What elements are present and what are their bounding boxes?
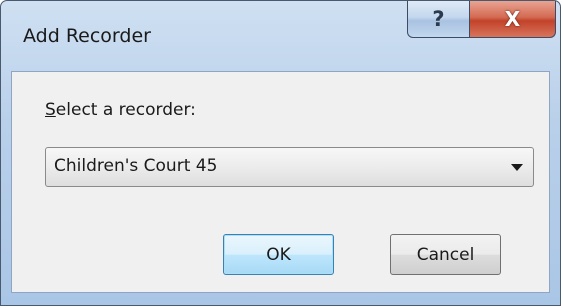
window-title: Add Recorder xyxy=(23,25,151,47)
help-icon: ? xyxy=(432,7,445,31)
close-button[interactable]: X xyxy=(469,1,556,38)
title-bar[interactable]: Add Recorder ? X xyxy=(1,1,560,81)
recorder-dropdown-value: Children's Court 45 xyxy=(54,156,218,176)
add-recorder-dialog: Add Recorder ? X Select a recorder: Chil… xyxy=(0,0,561,306)
cancel-button[interactable]: Cancel xyxy=(390,234,501,275)
label-text: elect a recorder: xyxy=(55,100,196,120)
close-icon: X xyxy=(504,7,521,31)
recorder-dropdown[interactable]: Children's Court 45 xyxy=(45,147,534,187)
label-mnemonic: S xyxy=(45,100,56,120)
ok-button[interactable]: OK xyxy=(223,234,334,275)
chevron-down-icon[interactable] xyxy=(511,164,523,171)
help-button[interactable]: ? xyxy=(407,1,470,38)
dialog-content: Select a recorder: Children's Court 45 O… xyxy=(11,71,550,293)
select-recorder-label: Select a recorder: xyxy=(45,100,196,120)
